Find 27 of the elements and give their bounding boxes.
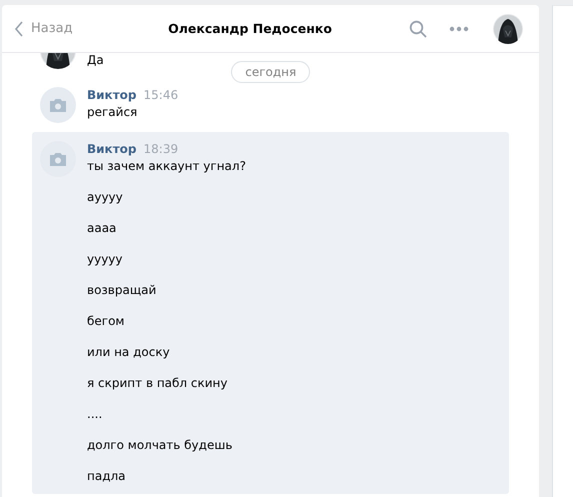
message-text: падла (87, 468, 127, 485)
author-name[interactable]: Виктор (87, 142, 136, 157)
date-divider: сегодня (231, 61, 310, 83)
camera-icon (49, 98, 67, 112)
author-name[interactable]: Виктор (87, 88, 136, 103)
message-text: или на доску (87, 344, 171, 361)
message-text: бегом (87, 313, 126, 330)
chevron-left-icon (14, 20, 24, 36)
camera-icon (49, 152, 67, 166)
avatar-placeholder[interactable] (40, 141, 76, 177)
message-text: долго молчать будешь (87, 437, 234, 454)
more-icon[interactable] (449, 26, 470, 32)
message-text: .... (87, 406, 104, 423)
avatar-placeholder[interactable] (40, 87, 76, 123)
message-text: ауууу (87, 189, 124, 206)
message-text: Да (87, 53, 104, 69)
message-text: ты зачем аккаунт угнал? (87, 158, 246, 175)
message-text: возвращай (87, 282, 158, 299)
message-text: регайся (87, 104, 138, 121)
message-text: ууууу (87, 251, 124, 268)
message-text: я скрипт в пабл скину (87, 375, 229, 392)
message-time: 18:39 (144, 142, 178, 157)
back-button[interactable]: Назад (14, 20, 73, 36)
search-icon[interactable] (409, 20, 428, 38)
message-time: 15:46 (144, 88, 178, 103)
chat-title: Олександр Педосенко (167, 21, 333, 36)
message-text: аааа (87, 220, 118, 237)
